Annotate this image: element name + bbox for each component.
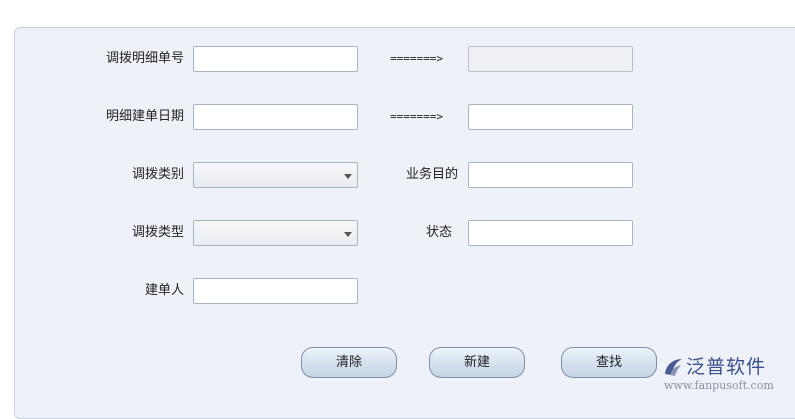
status-label: 状态 xyxy=(425,225,452,240)
creator-input[interactable] xyxy=(193,278,358,304)
clear-button[interactable]: 清除 xyxy=(301,347,397,378)
business-purpose-label: 业务目的 xyxy=(405,167,458,182)
new-button[interactable]: 新建 xyxy=(429,347,525,378)
transfer-category-select[interactable] xyxy=(193,162,358,188)
detail-date-label: 明细建单日期 xyxy=(105,109,184,124)
detail-date-from-input[interactable] xyxy=(193,104,358,130)
range-arrow-2: =======> xyxy=(390,110,443,123)
transfer-detail-no-to-input xyxy=(468,46,633,72)
chevron-down-icon xyxy=(344,174,352,179)
fanpusoft-logo: 泛普软件 www.fanpusoft.com xyxy=(660,352,790,398)
chevron-down-icon xyxy=(344,232,352,237)
transfer-detail-no-from-input[interactable] xyxy=(193,46,358,72)
transfer-detail-no-label: 调拨明细单号 xyxy=(105,51,184,66)
transfer-type-label: 调拨类型 xyxy=(131,225,184,240)
detail-date-to-input[interactable] xyxy=(468,104,633,130)
creator-label: 建单人 xyxy=(144,283,184,298)
fanpu-logo-icon xyxy=(665,359,682,376)
business-purpose-input[interactable] xyxy=(468,162,633,188)
search-button[interactable]: 查找 xyxy=(561,347,657,378)
transfer-category-label: 调拨类别 xyxy=(131,167,184,182)
logo-url: www.fanpusoft.com xyxy=(664,379,774,392)
logo-name: 泛普软件 xyxy=(686,356,767,378)
range-arrow-1: =======> xyxy=(390,52,443,65)
transfer-type-select[interactable] xyxy=(193,220,358,246)
status-input[interactable] xyxy=(468,220,633,246)
